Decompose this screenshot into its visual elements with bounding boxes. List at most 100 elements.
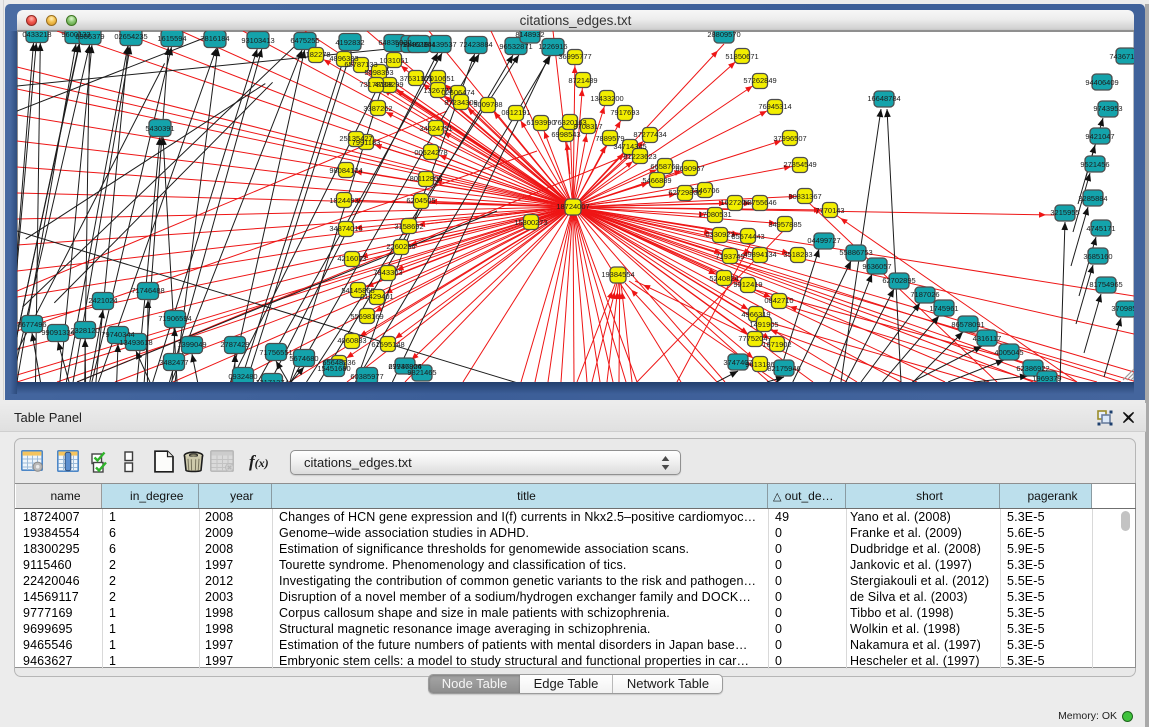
svg-text:55886753: 55886753 xyxy=(839,248,872,257)
svg-text:73178108: 73178108 xyxy=(359,80,392,89)
svg-text:3482477: 3482477 xyxy=(159,358,188,367)
svg-text:7917693: 7917693 xyxy=(610,108,639,117)
svg-text:4745171: 4745171 xyxy=(1086,224,1115,233)
svg-text:34874016: 34874016 xyxy=(329,224,362,233)
svg-text:7816184: 7816184 xyxy=(200,34,229,43)
svg-text:00524278: 00524278 xyxy=(414,148,447,157)
svg-text:1969379: 1969379 xyxy=(1032,374,1061,382)
svg-text:2328120: 2328120 xyxy=(70,326,99,335)
svg-text:5009788: 5009788 xyxy=(473,100,502,109)
svg-text:6475255: 6475255 xyxy=(290,36,319,45)
svg-text:5430391: 5430391 xyxy=(145,124,174,133)
svg-text:37996507: 37996507 xyxy=(773,134,806,143)
svg-text:13433200: 13433200 xyxy=(590,94,623,103)
svg-text:0842710: 0842710 xyxy=(764,296,793,305)
svg-text:1491905: 1491905 xyxy=(749,320,778,329)
svg-text:2787429: 2787429 xyxy=(220,340,249,349)
svg-text:71906594: 71906594 xyxy=(158,314,191,323)
svg-text:9521456: 9521456 xyxy=(1080,160,1109,169)
svg-text:3685160: 3685160 xyxy=(1083,252,1112,261)
svg-text:7182278: 7182278 xyxy=(301,50,330,59)
svg-text:0932480: 0932480 xyxy=(228,372,257,381)
svg-text:93103413: 93103413 xyxy=(241,36,274,45)
svg-text:6204505: 6204505 xyxy=(406,196,435,205)
svg-text:3215955: 3215955 xyxy=(1050,208,1079,217)
svg-text:96532871: 96532871 xyxy=(499,42,532,51)
svg-text:8721489: 8721489 xyxy=(568,76,597,85)
svg-text:3158692: 3158692 xyxy=(394,222,423,231)
svg-text:67010651: 67010651 xyxy=(421,74,454,83)
svg-text:5240824: 5240824 xyxy=(709,274,738,283)
svg-text:1824493: 1824493 xyxy=(329,196,358,205)
svg-text:61595148: 61595148 xyxy=(371,340,404,349)
svg-text:4966319: 4966319 xyxy=(741,310,770,319)
svg-text:18724007: 18724007 xyxy=(556,202,589,211)
svg-text:3747407: 3747407 xyxy=(723,358,752,367)
svg-text:34714345: 34714345 xyxy=(613,142,646,151)
svg-text:55698169: 55698169 xyxy=(350,312,383,321)
svg-text:4060883: 4060883 xyxy=(337,336,366,345)
svg-text:3518233: 3518233 xyxy=(783,250,812,259)
svg-text:3709859: 3709859 xyxy=(1111,304,1134,313)
svg-text:9636057: 9636057 xyxy=(862,262,891,271)
svg-text:86578091: 86578091 xyxy=(951,320,984,329)
svg-text:4316117: 4316117 xyxy=(973,334,1002,343)
svg-text:19384554: 19384554 xyxy=(601,270,634,279)
svg-text:34957885: 34957885 xyxy=(768,220,801,229)
svg-text:15300273: 15300273 xyxy=(514,218,547,227)
svg-text:51850671: 51850671 xyxy=(725,52,758,61)
svg-text:16648784: 16648784 xyxy=(867,94,900,103)
svg-text:6998543: 6998543 xyxy=(551,130,580,139)
svg-text:81754965: 81754965 xyxy=(1089,280,1122,289)
svg-text:80831367: 80831367 xyxy=(788,192,821,201)
svg-text:8708317: 8708317 xyxy=(573,122,602,131)
svg-text:3285884: 3285884 xyxy=(1078,194,1107,203)
svg-text:9421047: 9421047 xyxy=(1085,132,1114,141)
svg-text:04499727: 04499727 xyxy=(807,236,840,245)
svg-text:0433218: 0433218 xyxy=(22,31,51,39)
svg-text:62702895: 62702895 xyxy=(882,276,915,285)
svg-text:0812191: 0812191 xyxy=(501,108,530,117)
svg-text:85574443: 85574443 xyxy=(731,232,764,241)
svg-text:15451680: 15451680 xyxy=(317,364,350,373)
svg-text:13493618: 13493618 xyxy=(119,338,152,347)
svg-text:53755646: 53755646 xyxy=(743,198,776,207)
svg-text:5674680: 5674680 xyxy=(289,354,318,363)
svg-text:71756551: 71756551 xyxy=(259,348,292,357)
svg-text:80112805: 80112805 xyxy=(410,174,443,183)
svg-text:02606474: 02606474 xyxy=(441,88,474,97)
svg-text:7193745: 7193745 xyxy=(715,252,744,261)
svg-text:5466889: 5466889 xyxy=(642,176,671,185)
svg-text:34624751: 34624751 xyxy=(419,124,452,133)
svg-text:62386922: 62386922 xyxy=(1016,364,1049,373)
svg-text:4192832: 4192832 xyxy=(335,38,364,47)
svg-text:9821465: 9821465 xyxy=(407,368,436,377)
svg-text:8148932: 8148932 xyxy=(515,31,544,39)
svg-text:57262849: 57262849 xyxy=(743,76,776,85)
svg-text:2260256: 2260256 xyxy=(386,242,415,251)
svg-text:2421024: 2421024 xyxy=(88,296,117,305)
svg-text:4216073: 4216073 xyxy=(337,254,366,263)
svg-text:1615594: 1615594 xyxy=(157,34,186,43)
svg-text:6690967: 6690967 xyxy=(675,164,704,173)
svg-text:60385977: 60385977 xyxy=(350,372,383,381)
svg-text:1031051: 1031051 xyxy=(379,56,408,65)
svg-text:87277434: 87277434 xyxy=(633,130,666,139)
svg-text:72423884: 72423884 xyxy=(459,40,492,49)
svg-text:49894134: 49894134 xyxy=(743,250,776,259)
svg-text:36995777: 36995777 xyxy=(558,52,591,61)
svg-text:98084124: 98084124 xyxy=(329,166,362,175)
svg-text:1226916: 1226916 xyxy=(538,42,567,51)
svg-text:76945314: 76945314 xyxy=(758,102,791,111)
svg-text:94406409: 94406409 xyxy=(1085,78,1118,87)
svg-text:1745961: 1745961 xyxy=(929,304,958,313)
svg-text:3387262: 3387262 xyxy=(363,104,392,113)
svg-text:28809570: 28809570 xyxy=(707,31,740,39)
svg-text:5098393: 5098393 xyxy=(364,68,393,77)
svg-text:82175946: 82175946 xyxy=(767,364,800,373)
svg-text:51462704: 51462704 xyxy=(402,40,435,49)
svg-text:8386379: 8386379 xyxy=(75,32,104,41)
svg-text:25135427: 25135427 xyxy=(339,134,372,143)
svg-text:74367136: 74367136 xyxy=(1109,52,1134,61)
svg-text:1671902: 1671902 xyxy=(762,340,791,349)
